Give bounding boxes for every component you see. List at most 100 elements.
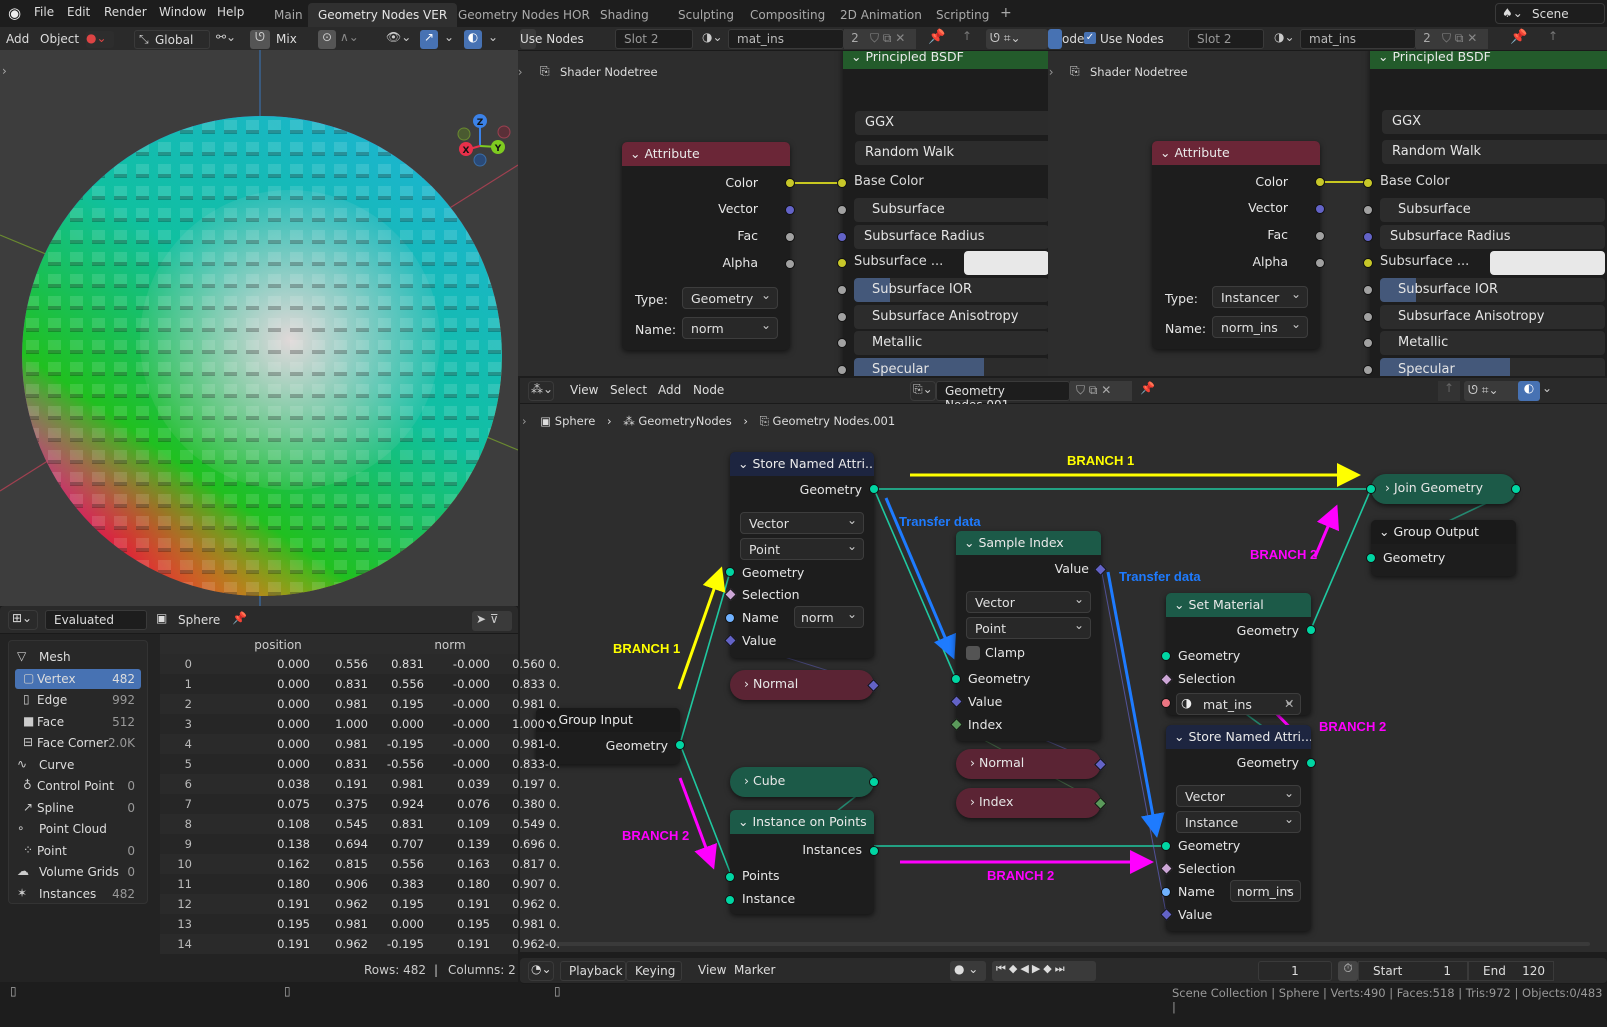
geometry-output-socket[interactable] <box>869 484 879 494</box>
distribution-dropdown[interactable]: GGX <box>1382 110 1607 134</box>
bsdf-input-subsurface-[interactable]: Subsurface ... <box>1380 254 1469 269</box>
instances-output-socket[interactable] <box>869 846 879 856</box>
tree-item-point-cloud[interactable]: ∘ Point Cloud <box>11 819 141 839</box>
bsdf-input-socket[interactable] <box>837 365 847 375</box>
stopwatch-icon[interactable]: ⏱ <box>1338 961 1358 981</box>
tab-geometry-nodes-ver[interactable]: Geometry Nodes VER <box>308 3 458 27</box>
visibility-icon[interactable]: 👁⌄ <box>386 30 411 44</box>
data-type-dropdown[interactable]: Vector <box>966 591 1091 613</box>
geometry-node-editor[interactable]: › ▣ Sphere › ⁂ GeometryNodes › ⎘ Geometr… <box>520 404 1607 952</box>
domain-dropdown[interactable]: Point <box>740 538 864 560</box>
start-frame-field[interactable]: Start 1 <box>1358 961 1468 981</box>
attribute-node[interactable]: ⌄ Attribute Color Vector Fac Alpha Type:… <box>1152 141 1325 349</box>
end-frame-field[interactable]: End 120 <box>1468 961 1554 981</box>
node-header[interactable]: ⌄ Sample Index <box>956 531 1101 555</box>
tree-item-edge[interactable]: ▯ Edge 992 <box>15 690 141 710</box>
geometry-output-socket[interactable] <box>1306 625 1316 635</box>
evaluation-mode-dropdown[interactable]: Evaluated <box>45 610 147 630</box>
bsdf-input-subsurface-anisotropy[interactable]: Subsurface Anisotropy <box>854 305 1048 329</box>
geometry-input-socket[interactable] <box>725 567 735 577</box>
attribute-node[interactable]: ⌄ Attribute Color Vector Fac Alpha Type:… <box>622 142 795 350</box>
geometry-input-socket[interactable] <box>951 674 961 684</box>
store-named-attribute-node[interactable]: ⌄ Store Named Attri... Geometry Vector P… <box>724 452 879 658</box>
attribute-node-header[interactable]: ⌄ Attribute <box>622 142 790 166</box>
expand-icon[interactable]: › <box>970 794 979 809</box>
bsdf-input-subsurface-ior[interactable]: Subsurface IOR <box>854 278 1048 302</box>
color-socket[interactable] <box>1315 177 1325 187</box>
geometry-input-socket[interactable] <box>1161 841 1171 851</box>
material-field[interactable]: mat_ins <box>1176 693 1301 715</box>
collapse-icon[interactable]: ⌄ <box>1379 524 1393 539</box>
cube-node[interactable]: › Cube <box>730 767 874 797</box>
tree-item-curve[interactable]: ∿ Curve <box>11 755 141 775</box>
node-tree-name-field[interactable]: Geometry Nodes.001 <box>936 381 1070 412</box>
editor-mode-icon[interactable] <box>1048 29 1062 49</box>
pin-icon[interactable]: 📌 <box>1140 381 1155 395</box>
parent-tree-icon[interactable]: ↑ <box>1548 29 1558 43</box>
blender-logo-icon[interactable]: ◉ <box>8 4 21 22</box>
vector-socket[interactable] <box>1315 204 1325 214</box>
overlay-dropdown-icon[interactable]: ⌄ <box>488 30 498 44</box>
collapse-icon[interactable]: ⌄ <box>738 814 752 829</box>
clamp-checkbox[interactable] <box>966 646 980 660</box>
bsdf-input-subsurface-radius[interactable]: Subsurface Radius <box>854 225 1048 249</box>
pin-icon[interactable]: 📌 <box>232 611 247 625</box>
collapse-icon[interactable]: ⌄ <box>1378 51 1392 64</box>
material-socket[interactable] <box>1161 698 1171 708</box>
tree-item-spline[interactable]: ↗ Spline 0 <box>15 798 141 818</box>
bsdf-input-socket[interactable] <box>837 232 847 242</box>
join-input-socket[interactable] <box>1366 484 1376 494</box>
domain-dropdown[interactable]: Point <box>966 617 1091 639</box>
pivot-icon[interactable]: ⚯⌄ <box>216 30 236 44</box>
keying-menu[interactable]: Keying <box>626 961 682 981</box>
bsdf-input-socket[interactable] <box>837 312 847 322</box>
data-type-dropdown[interactable]: Vector <box>740 512 864 534</box>
bsdf-input-subsurface[interactable]: Subsurface <box>854 198 1048 222</box>
fac-socket[interactable] <box>785 232 795 242</box>
collapse-icon[interactable]: ⌄ <box>738 456 752 471</box>
tab-main[interactable]: Main <box>264 3 313 27</box>
gizmo-dropdown-icon[interactable]: ⌄ <box>444 30 454 44</box>
pin-icon[interactable]: 📌 <box>928 29 945 45</box>
attribute-type-dropdown[interactable]: Instancer <box>1212 286 1308 308</box>
bsdf-input-specular[interactable]: Specular <box>854 358 1048 376</box>
sample-index-node[interactable]: ⌄ Sample Index Value Vector Point Clamp … <box>950 531 1107 741</box>
column-header-position[interactable]: position <box>228 638 328 652</box>
menu-window[interactable]: Window <box>159 5 206 19</box>
node-header[interactable]: ⌄ Group Output <box>1371 520 1516 544</box>
geometry-output-socket[interactable] <box>1306 758 1316 768</box>
node-header[interactable]: ⌄ Store Named Attri... <box>1166 725 1311 749</box>
expand-icon[interactable]: › <box>744 676 753 691</box>
points-input-socket[interactable] <box>725 872 735 882</box>
node-menu[interactable]: Node <box>693 383 724 397</box>
bsdf-input-socket[interactable] <box>1363 232 1373 242</box>
bsdf-input-base-color[interactable]: Base Color <box>854 174 924 189</box>
add-workspace-button[interactable]: + <box>990 3 1022 27</box>
overlay-toggle-icon[interactable]: ◐ <box>464 30 482 49</box>
editor-type-icon[interactable]: ⊞⌄ <box>8 610 38 630</box>
bsdf-input-base-color[interactable]: Base Color <box>1380 174 1450 189</box>
menu-render[interactable]: Render <box>104 5 147 19</box>
join-geometry-node[interactable]: › Join Geometry <box>1371 474 1516 504</box>
current-frame-field[interactable]: 1 <box>1258 961 1332 981</box>
collapse-icon[interactable]: ⌄ <box>1174 597 1188 612</box>
alpha-socket[interactable] <box>1315 258 1325 268</box>
tree-item-face-corner[interactable]: ⊟ Face Corner 2.0K <box>15 733 141 753</box>
marker-menu[interactable]: Marker <box>734 963 775 977</box>
alpha-socket[interactable] <box>785 259 795 269</box>
menu-file[interactable]: File <box>34 5 54 19</box>
bsdf-input-socket[interactable] <box>837 258 847 268</box>
shader-editor-right[interactable]: ‹› ⎘ Shader Nodetree ⌄ Attribute Color V… <box>1048 51 1607 376</box>
falloff-icon[interactable]: ∧⌄ <box>340 30 359 44</box>
bsdf-input-socket[interactable] <box>1363 258 1373 268</box>
overlay-dropdown-icon[interactable]: ⌄ <box>1542 381 1552 395</box>
tree-item-instances[interactable]: ✶ Instances 482 <box>11 884 141 904</box>
tab-sculpting[interactable]: Sculpting <box>668 3 744 27</box>
name-field[interactable]: norm_ins <box>1230 880 1301 902</box>
overlay-toggle-icon[interactable]: ◐ <box>1518 381 1540 401</box>
tree-item-volume-grids[interactable]: ☁ Volume Grids 0 <box>11 862 141 882</box>
subsurface-color-swatch[interactable] <box>964 251 1048 275</box>
editor-type-icon[interactable]: ◔⌄ <box>528 961 554 981</box>
material-browse-icon[interactable]: ◑⌄ <box>702 30 723 44</box>
bsdf-input-socket[interactable] <box>837 205 847 215</box>
